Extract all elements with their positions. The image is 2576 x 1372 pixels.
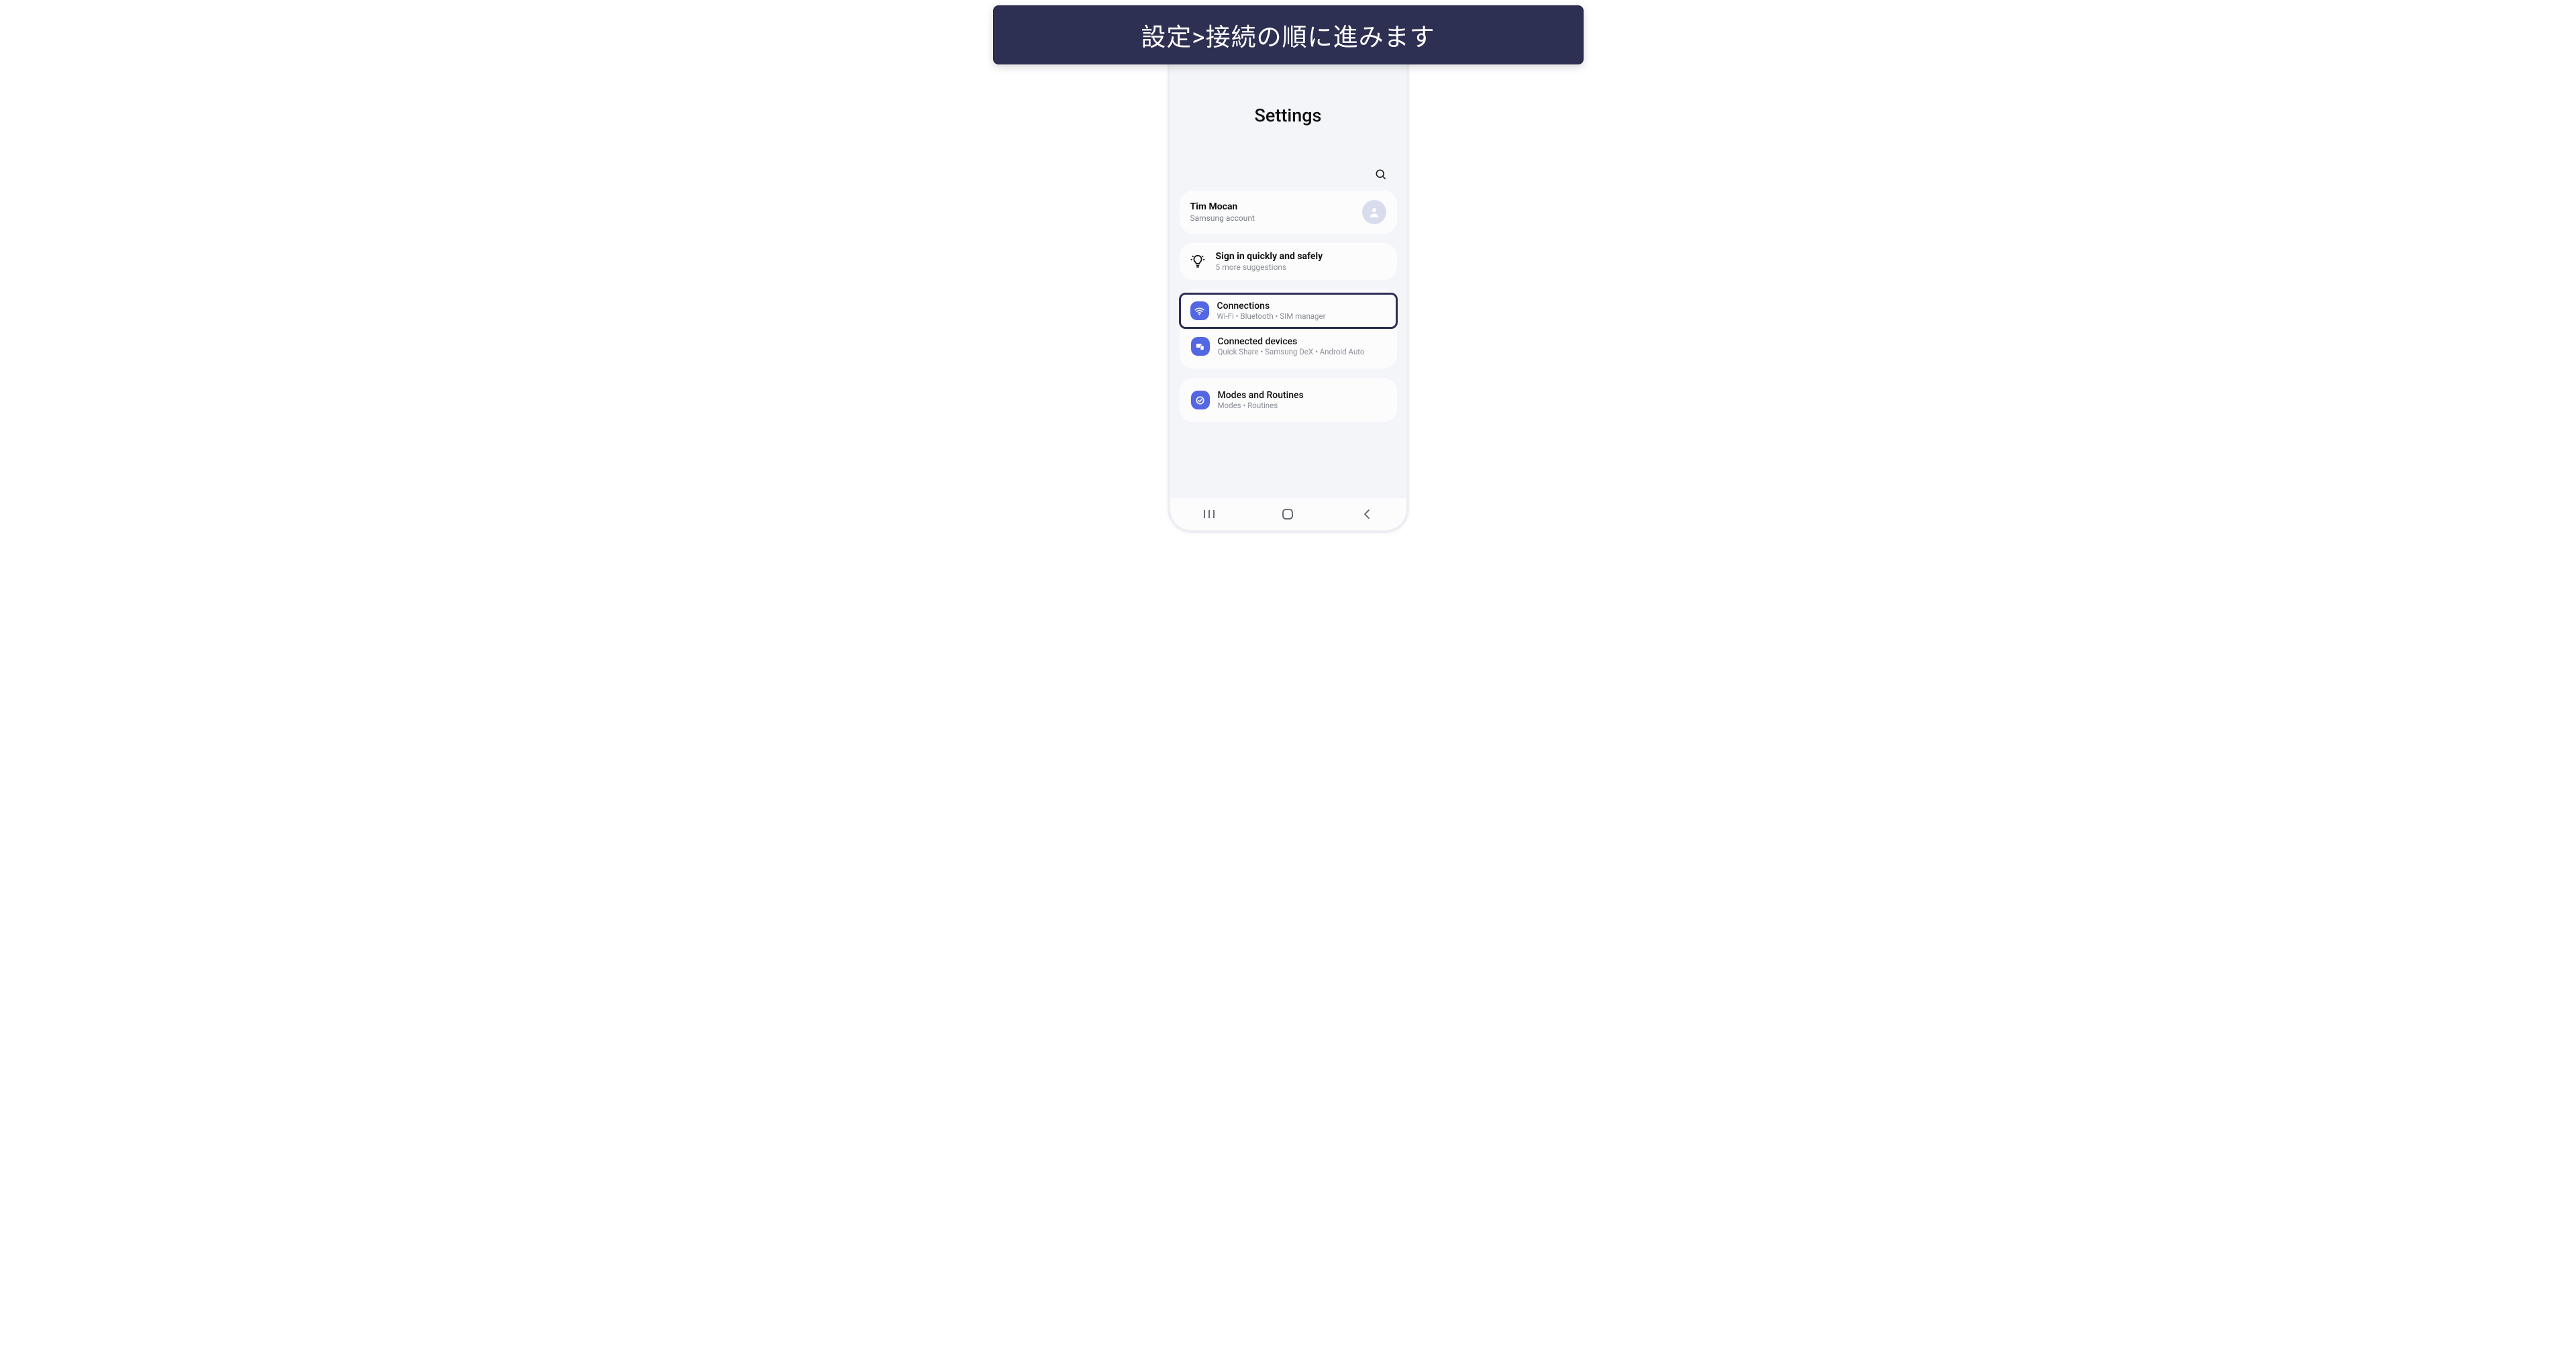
avatar[interactable] bbox=[1362, 200, 1386, 224]
list-item-title: Modes and Routines bbox=[1218, 390, 1304, 401]
list-item-subtitle: Wi-Fi • Bluetooth • SIM manager bbox=[1217, 311, 1326, 321]
nav-back-button[interactable] bbox=[1350, 509, 1384, 520]
navigation-bar bbox=[1170, 498, 1406, 530]
list-item-text: Connections Wi-Fi • Bluetooth • SIM mana… bbox=[1217, 301, 1326, 321]
list-item-title: Connected devices bbox=[1218, 336, 1365, 347]
page-title: Settings bbox=[1170, 105, 1406, 126]
nav-recents-button[interactable] bbox=[1192, 509, 1226, 520]
home-icon bbox=[1282, 508, 1294, 520]
list-item-text: Modes and Routines Modes • Routines bbox=[1218, 390, 1304, 410]
search-row bbox=[1170, 126, 1406, 191]
suggestion-card[interactable]: Sign in quickly and safely 5 more sugges… bbox=[1180, 243, 1397, 280]
person-icon bbox=[1368, 205, 1381, 219]
suggestion-title: Sign in quickly and safely bbox=[1216, 251, 1323, 262]
settings-screen: Settings Tim Mocan Samsung account bbox=[1170, 63, 1406, 530]
wifi-icon bbox=[1190, 301, 1209, 320]
phone-frame: Settings Tim Mocan Samsung account bbox=[1168, 63, 1409, 533]
list-item-text: Connected devices Quick Share • Samsung … bbox=[1218, 336, 1365, 356]
search-icon[interactable] bbox=[1374, 168, 1388, 181]
list-item-title: Connections bbox=[1217, 301, 1326, 311]
nav-home-button[interactable] bbox=[1271, 508, 1304, 520]
settings-item-connected-devices[interactable]: Connected devices Quick Share • Samsung … bbox=[1180, 328, 1397, 364]
status-spacer bbox=[1170, 63, 1406, 97]
settings-item-modes-routines[interactable]: Modes and Routines Modes • Routines bbox=[1180, 382, 1397, 418]
back-icon bbox=[1362, 509, 1372, 520]
suggestion-text: Sign in quickly and safely 5 more sugges… bbox=[1216, 251, 1323, 272]
settings-item-connections[interactable]: Connections Wi-Fi • Bluetooth • SIM mana… bbox=[1179, 293, 1398, 329]
settings-group-connections: Connections Wi-Fi • Bluetooth • SIM mana… bbox=[1180, 289, 1397, 369]
account-card[interactable]: Tim Mocan Samsung account bbox=[1180, 191, 1397, 234]
instruction-banner: 設定>接続の順に進みます bbox=[993, 5, 1584, 64]
settings-group-modes: Modes and Routines Modes • Routines bbox=[1180, 378, 1397, 422]
list-item-subtitle: Quick Share • Samsung DeX • Android Auto bbox=[1218, 347, 1365, 356]
settings-content: Tim Mocan Samsung account bbox=[1170, 191, 1406, 422]
lightbulb-icon bbox=[1189, 253, 1206, 271]
devices-icon bbox=[1191, 337, 1210, 356]
account-name: Tim Mocan bbox=[1190, 201, 1255, 212]
recents-icon bbox=[1202, 509, 1216, 520]
list-item-subtitle: Modes • Routines bbox=[1218, 401, 1304, 410]
account-text: Tim Mocan Samsung account bbox=[1190, 201, 1255, 223]
suggestion-subtitle: 5 more suggestions bbox=[1216, 262, 1323, 272]
check-shield-icon bbox=[1191, 391, 1210, 409]
account-subtitle: Samsung account bbox=[1190, 213, 1255, 223]
